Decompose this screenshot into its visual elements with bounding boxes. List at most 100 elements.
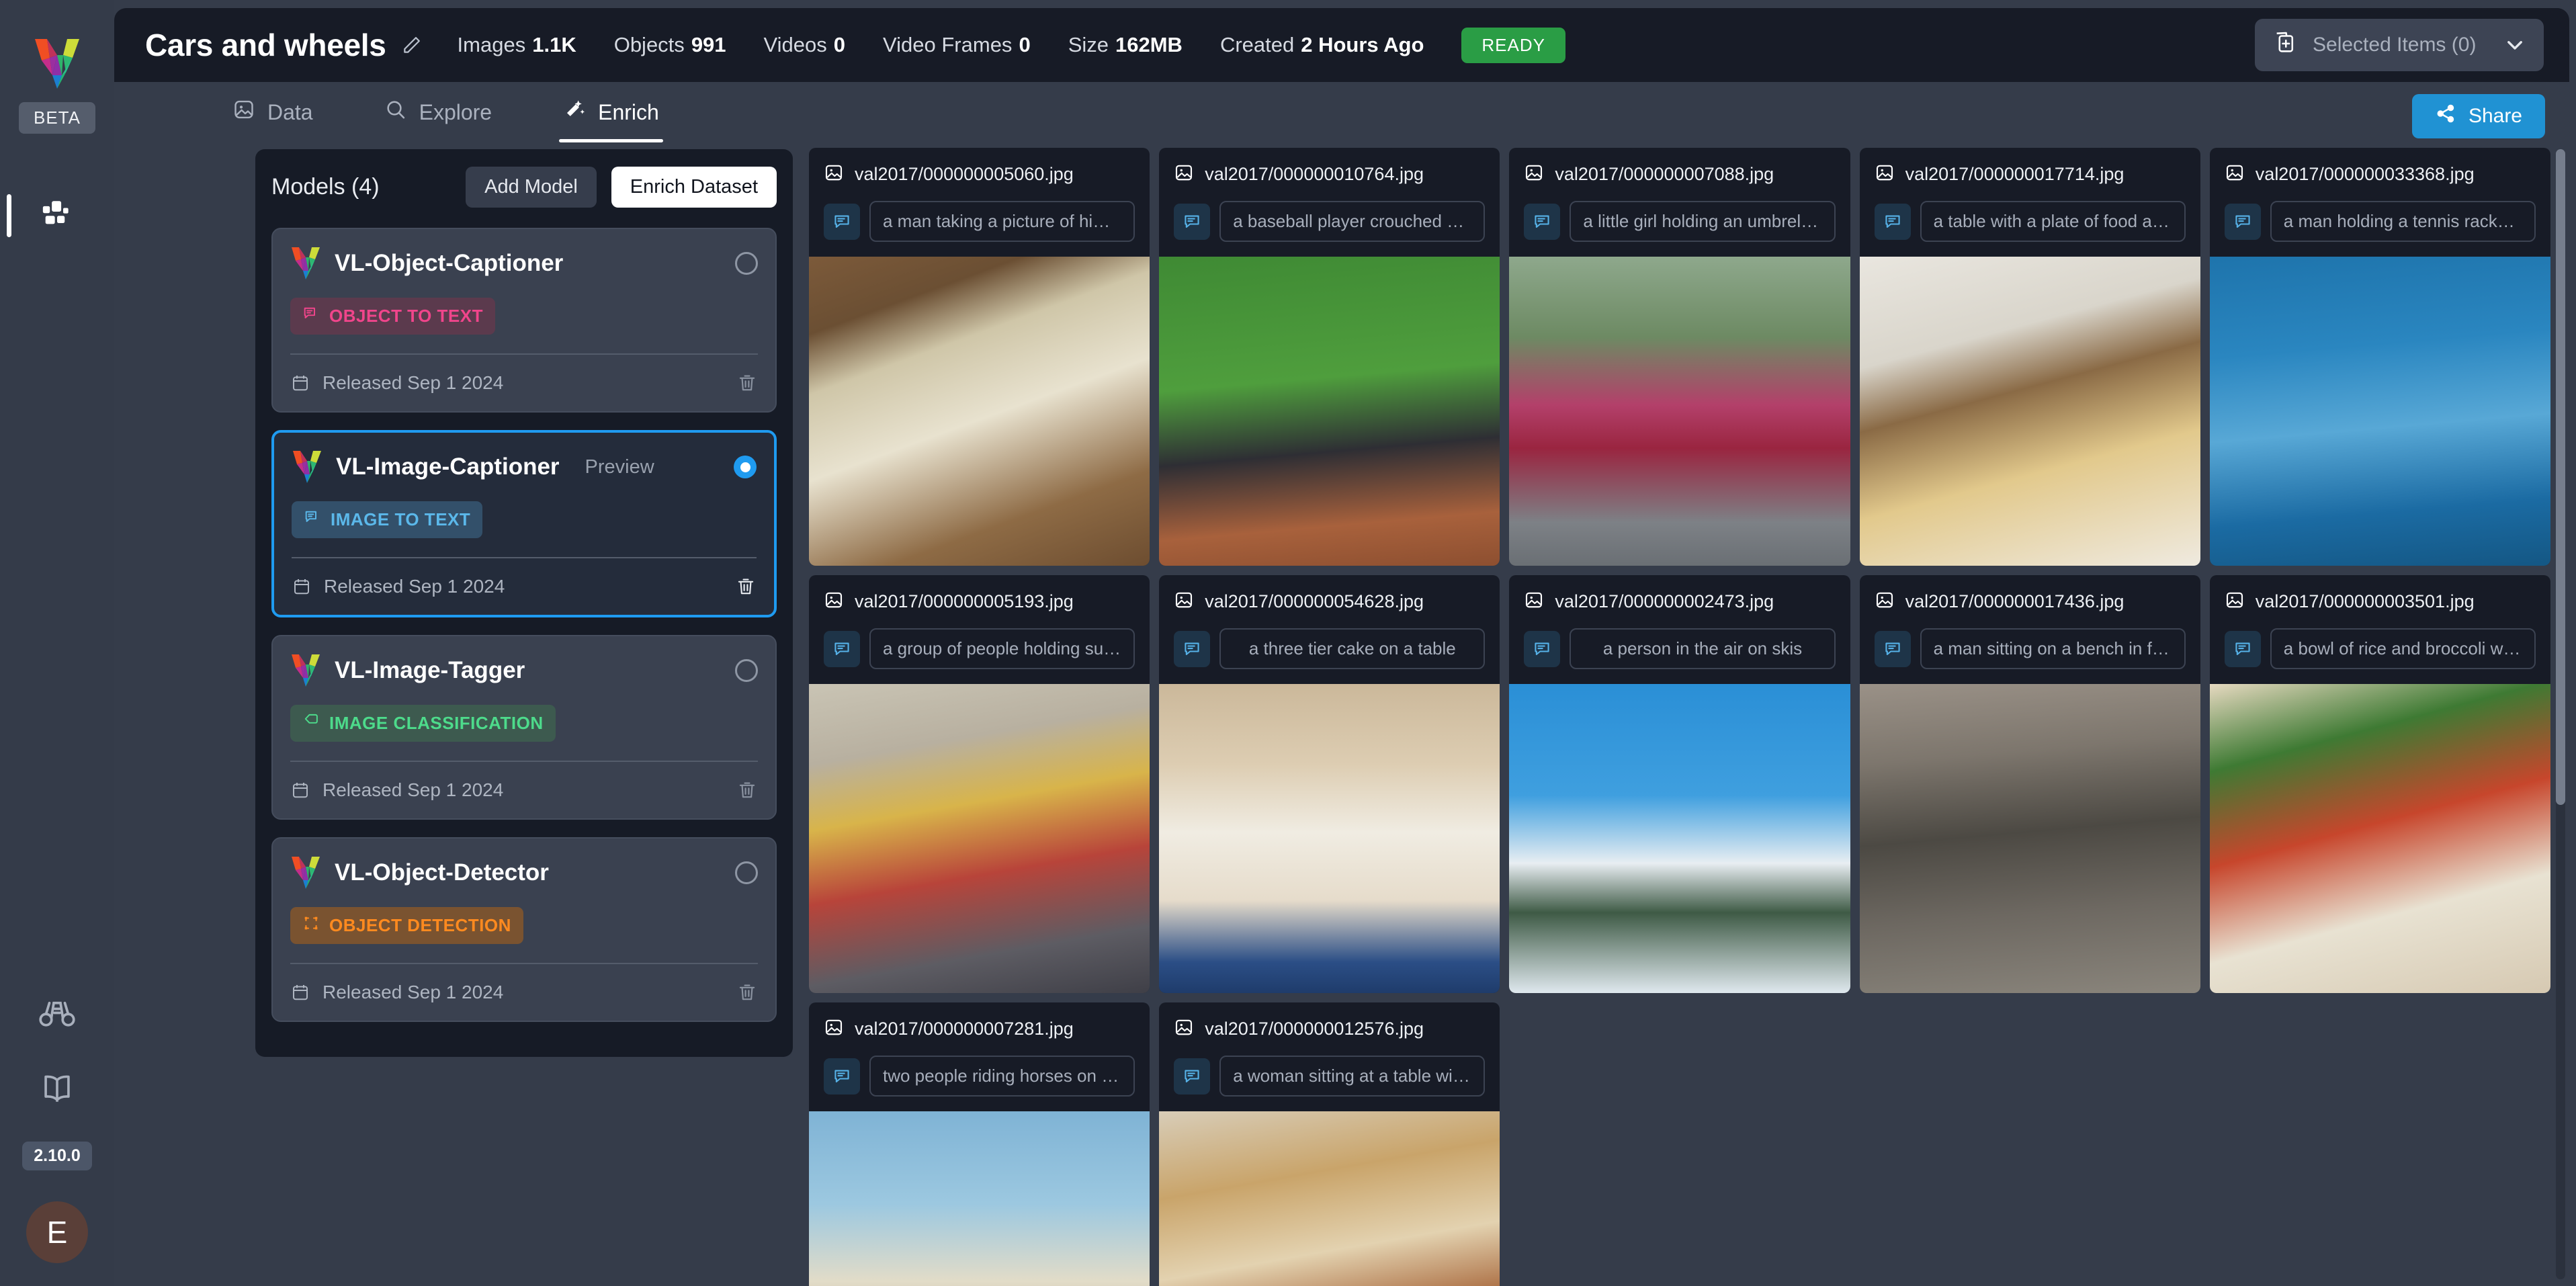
model-card-footer: Released Sep 1 2024 xyxy=(292,558,757,615)
metric-video-frames-value: 0 xyxy=(1019,33,1031,56)
image-card[interactable]: val2017/000000033368.jpg a man holding a… xyxy=(2209,148,2550,566)
models-list: VL-Object-Captioner OBJECT TO TEXT Relea… xyxy=(271,228,777,1022)
image-thumbnail[interactable] xyxy=(1509,684,1850,993)
trash-icon[interactable] xyxy=(736,779,758,801)
caption-icon xyxy=(1874,630,1911,667)
tab-data[interactable]: Data xyxy=(228,82,317,142)
metric-images: Images 1.1K xyxy=(458,33,576,57)
vertical-scrollbar[interactable] xyxy=(2556,149,2565,1279)
image-file-icon xyxy=(2225,590,2245,613)
image-caption-text[interactable]: a table with a plate of food and ... xyxy=(1920,201,2186,242)
image-caption-text[interactable]: a group of people holding surfb... xyxy=(869,628,1135,669)
tab-enrich[interactable]: Enrich xyxy=(559,82,663,142)
calendar-icon xyxy=(290,982,310,1002)
image-thumbnail[interactable] xyxy=(809,1111,1150,1286)
image-card-header: val2017/000000010764.jpg xyxy=(1159,148,1500,186)
model-card[interactable]: VL-Image-Captioner Preview IMAGE TO TEXT… xyxy=(271,430,777,617)
image-card-header: val2017/000000007281.jpg xyxy=(809,1002,1150,1041)
image-thumbnail[interactable] xyxy=(1159,684,1500,993)
image-card[interactable]: val2017/000000017436.jpg a man sitting o… xyxy=(1859,575,2200,993)
avatar[interactable]: E xyxy=(26,1201,88,1263)
trash-icon[interactable] xyxy=(736,982,758,1003)
trash-icon[interactable] xyxy=(736,372,758,394)
image-caption-text[interactable]: a man holding a tennis racket a... xyxy=(2270,201,2536,242)
thumbnail-image xyxy=(1159,1111,1500,1286)
image-card-header: val2017/000000017436.jpg xyxy=(1860,575,2200,613)
visual-layer-logo[interactable] xyxy=(32,38,82,90)
image-caption-row: two people riding horses on the... xyxy=(809,1041,1150,1111)
model-card[interactable]: VL-Object-Detector OBJECT DETECTION Rele… xyxy=(271,837,777,1022)
image-thumbnail[interactable] xyxy=(1859,257,2200,566)
image-thumbnail[interactable] xyxy=(809,257,1150,566)
image-card-header: val2017/000000033368.jpg xyxy=(2210,148,2550,186)
image-file-icon xyxy=(2225,163,2245,186)
image-caption-text[interactable]: a three tier cake on a table xyxy=(1219,628,1486,669)
image-card[interactable]: val2017/000000005193.jpg a group of peop… xyxy=(809,575,1150,993)
image-card[interactable]: val2017/000000012576.jpg a woman sitting… xyxy=(1159,1002,1500,1286)
image-thumbnail[interactable] xyxy=(2209,257,2550,566)
image-card[interactable]: val2017/000000054628.jpg a three tier ca… xyxy=(1159,575,1500,993)
model-card-header: VL-Object-Captioner xyxy=(290,247,758,280)
image-thumbnail[interactable] xyxy=(2209,684,2550,993)
image-caption-row: a three tier cake on a table xyxy=(1159,613,1500,684)
image-card[interactable]: val2017/000000003501.jpg a bowl of rice … xyxy=(2209,575,2550,993)
app-root: BETA 2.10.0 E Cars and wheels Images 1.1… xyxy=(0,0,2576,1286)
rail-item-docs[interactable] xyxy=(0,1068,114,1111)
model-type-label: OBJECT DETECTION xyxy=(329,915,511,935)
model-release-date: Released Sep 1 2024 xyxy=(324,576,505,597)
rail-item-explore[interactable] xyxy=(0,994,114,1037)
metric-created-label: Created xyxy=(1219,33,1295,56)
image-card[interactable]: val2017/000000017714.jpg a table with a … xyxy=(1859,148,2200,566)
model-select-radio[interactable] xyxy=(734,456,757,478)
image-caption-text[interactable]: a little girl holding an umbrella i... xyxy=(1570,201,1836,242)
image-card-header: val2017/000000003501.jpg xyxy=(2210,575,2550,613)
image-caption-text[interactable]: a man sitting on a bench in front... xyxy=(1920,628,2186,669)
left-rail: BETA 2.10.0 E xyxy=(0,0,114,1286)
image-caption-row: a man holding a tennis racket a... xyxy=(2210,186,2550,257)
dataset-metrics: Images 1.1K Objects 991 Videos 0 Video Fram… xyxy=(458,27,1565,63)
metric-created-value: 2 Hours Ago xyxy=(1301,33,1424,56)
image-filename: val2017/000000017714.jpg xyxy=(1905,164,2124,184)
model-card[interactable]: VL-Image-Tagger IMAGE CLASSIFICATION Rel… xyxy=(271,635,777,820)
image-file-icon xyxy=(1524,163,1544,186)
image-card-header: val2017/000000012576.jpg xyxy=(1159,1002,1500,1041)
trash-icon[interactable] xyxy=(735,576,757,597)
image-caption-text[interactable]: a man taking a picture of himsel... xyxy=(869,201,1135,242)
image-caption-text[interactable]: a woman sitting at a table with ... xyxy=(1219,1056,1486,1097)
metric-images-label: Images xyxy=(457,33,526,56)
model-select-radio[interactable] xyxy=(735,861,758,884)
image-caption-row: a table with a plate of food and ... xyxy=(1860,186,2200,257)
model-select-radio[interactable] xyxy=(735,252,758,275)
image-caption-text[interactable]: a baseball player crouched down xyxy=(1219,201,1486,242)
thumbnail-image xyxy=(1859,257,2200,566)
image-filename: val2017/000000017436.jpg xyxy=(1905,591,2124,611)
add-model-button[interactable]: Add Model xyxy=(466,167,597,208)
image-filename: val2017/000000005193.jpg xyxy=(855,591,1074,611)
magic-wand-icon xyxy=(563,98,586,126)
image-thumbnail[interactable] xyxy=(809,684,1150,993)
rail-item-dashboard[interactable] xyxy=(0,179,114,252)
image-thumbnail[interactable] xyxy=(1859,684,2200,993)
image-thumbnail[interactable] xyxy=(1159,257,1500,566)
image-card[interactable]: val2017/000000007088.jpg a little girl h… xyxy=(1509,148,1850,566)
image-card[interactable]: val2017/000000010764.jpg a baseball play… xyxy=(1159,148,1500,566)
image-card[interactable]: val2017/000000007281.jpg two people ridi… xyxy=(809,1002,1150,1286)
thumbnail-image xyxy=(1159,257,1500,566)
image-caption-text[interactable]: a bowl of rice and broccoli with ... xyxy=(2270,628,2536,669)
image-caption-text[interactable]: two people riding horses on the... xyxy=(869,1056,1135,1097)
scrollbar-thumb[interactable] xyxy=(2556,149,2565,805)
image-thumbnail[interactable] xyxy=(1159,1111,1500,1286)
image-card[interactable]: val2017/000000002473.jpg a person in the… xyxy=(1509,575,1850,993)
pencil-icon[interactable] xyxy=(401,34,423,56)
image-caption-text[interactable]: a person in the air on skis xyxy=(1570,628,1836,669)
image-file-icon xyxy=(1875,590,1895,613)
selected-items-dropdown[interactable]: Selected Items (0) xyxy=(2255,19,2544,71)
image-thumbnail[interactable] xyxy=(1509,257,1850,566)
caption-icon xyxy=(1174,1058,1211,1095)
enrich-dataset-button[interactable]: Enrich Dataset xyxy=(611,167,777,208)
model-select-radio[interactable] xyxy=(735,659,758,682)
tab-explore[interactable]: Explore xyxy=(380,82,497,142)
share-button[interactable]: Share xyxy=(2411,94,2545,138)
image-card[interactable]: val2017/000000005060.jpg a man taking a … xyxy=(809,148,1150,566)
model-card[interactable]: VL-Object-Captioner OBJECT TO TEXT Relea… xyxy=(271,228,777,413)
